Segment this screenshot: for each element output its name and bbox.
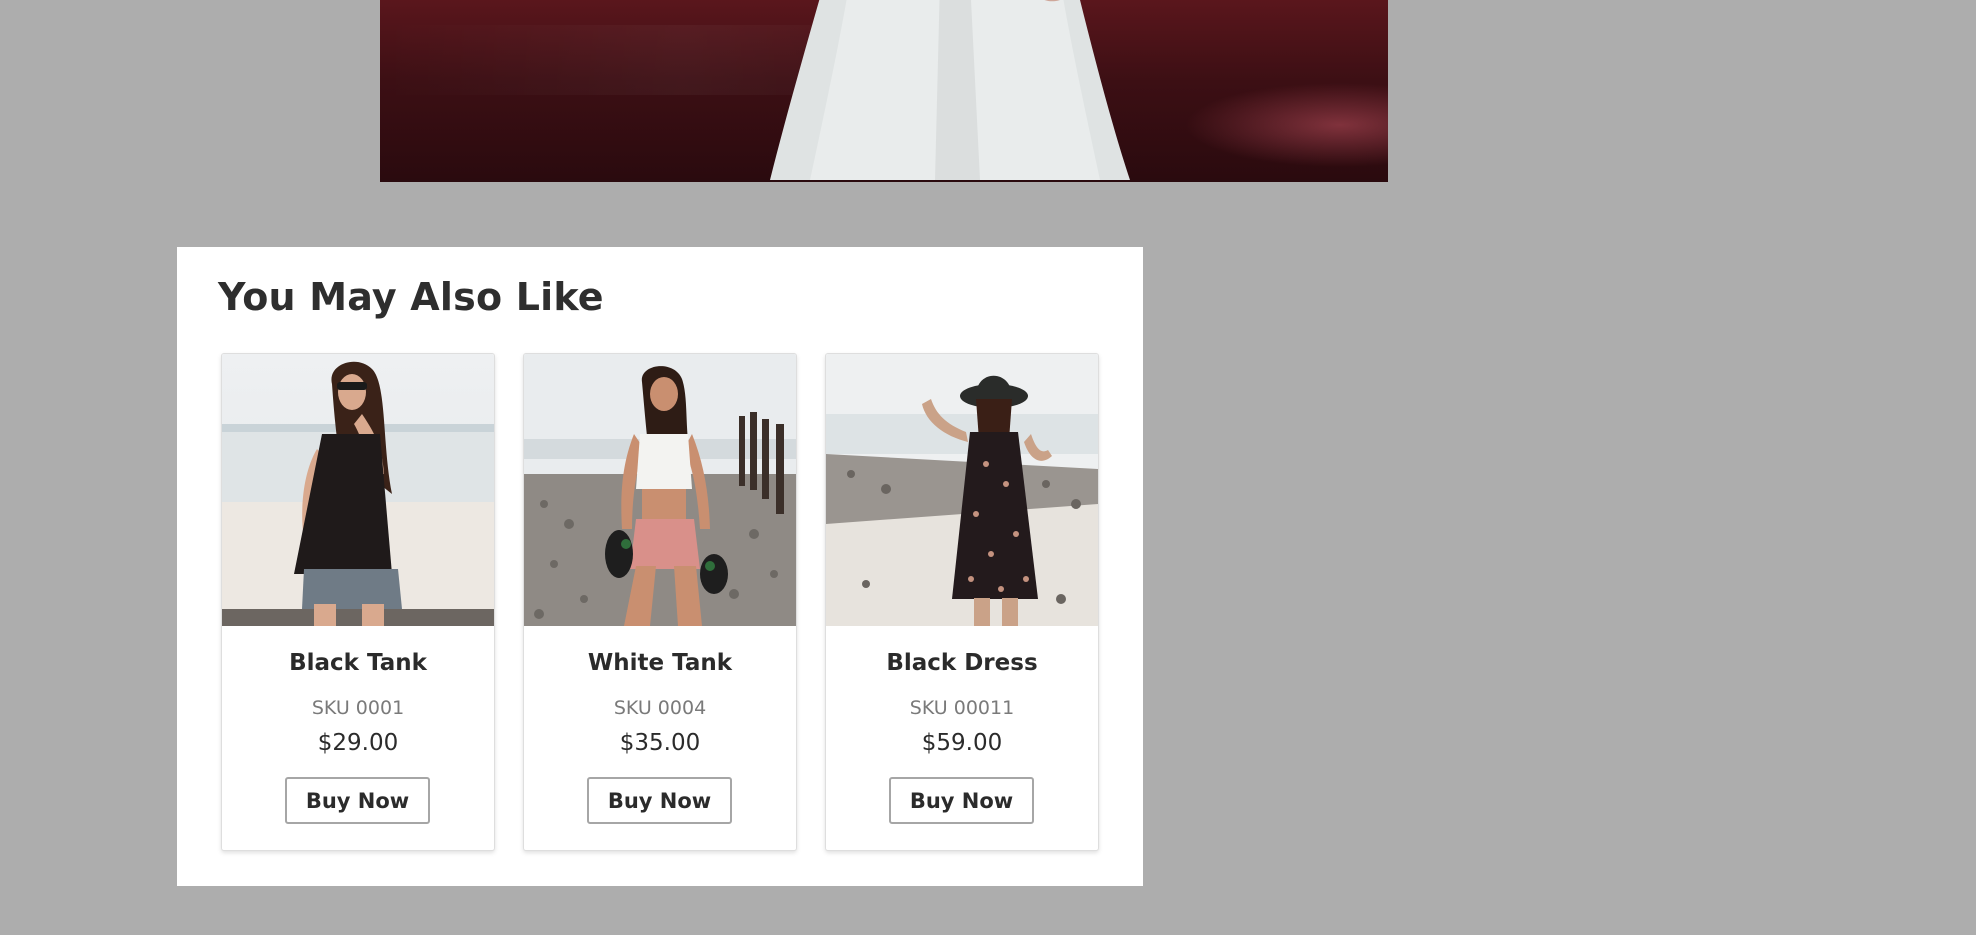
product-price: $29.00 — [317, 730, 399, 756]
product-sku: SKU 0004 — [613, 697, 707, 719]
related-products-section: You May Also Like Black Tank SKU 0001 $2… — [177, 247, 1143, 886]
product-sku: SKU 0001 — [311, 697, 405, 719]
section-title: You May Also Like — [218, 275, 604, 319]
product-price: $59.00 — [921, 730, 1003, 756]
product-price: $35.00 — [619, 730, 701, 756]
buy-now-button[interactable]: Buy Now — [587, 777, 732, 824]
buy-now-button[interactable]: Buy Now — [889, 777, 1034, 824]
product-name[interactable]: White Tank — [524, 650, 796, 676]
hero-dress-illustration — [770, 0, 1130, 180]
product-image-white-tank[interactable] — [524, 354, 796, 626]
product-card[interactable]: White Tank SKU 0004 $35.00 Buy Now — [523, 353, 797, 851]
buy-now-button[interactable]: Buy Now — [285, 777, 430, 824]
product-sku: SKU 00011 — [909, 697, 1015, 719]
product-name[interactable]: Black Tank — [222, 650, 494, 676]
product-card[interactable]: Black Dress SKU 00011 $59.00 Buy Now — [825, 353, 1099, 851]
product-card[interactable]: Black Tank SKU 0001 $29.00 Buy Now — [221, 353, 495, 851]
product-image-black-dress[interactable] — [826, 354, 1098, 626]
product-image-black-tank[interactable] — [222, 354, 494, 626]
product-name[interactable]: Black Dress — [826, 650, 1098, 676]
hero-product-image — [380, 0, 1388, 182]
